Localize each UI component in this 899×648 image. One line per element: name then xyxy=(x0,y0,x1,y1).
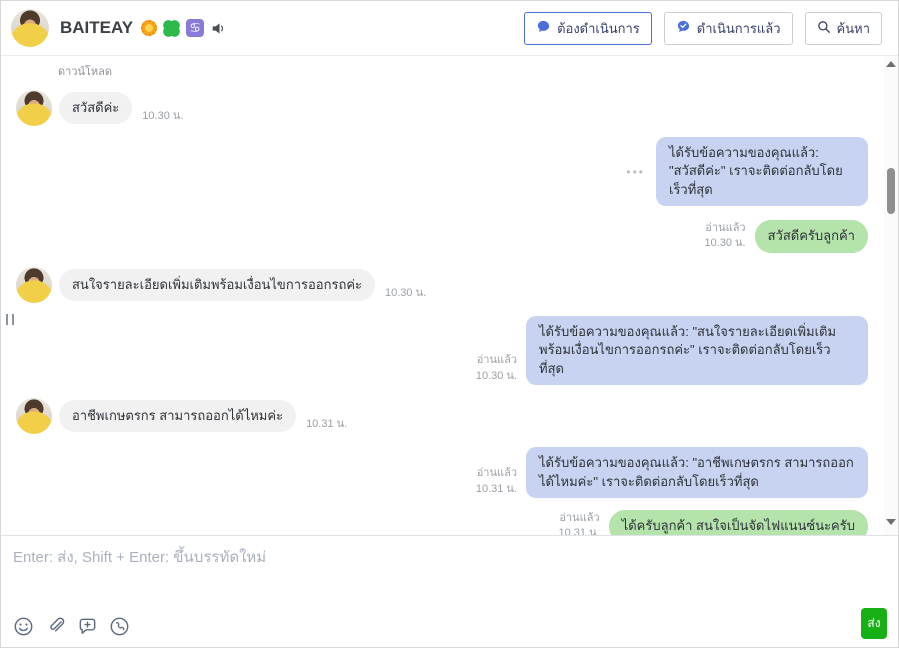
message-time: 10.31 น. xyxy=(558,527,600,535)
chat-bubble-icon xyxy=(536,19,551,37)
attachment-icon[interactable] xyxy=(44,615,66,637)
message-time: 10.30 น. xyxy=(704,237,746,250)
contact-badges: ♋ xyxy=(141,19,205,37)
search-button-label: ค้นหา xyxy=(836,20,870,36)
message-row: อ่านแล้ว 10.31 น. ได้ครับลูกค้า สนใจเป็น… xyxy=(1,510,898,535)
sun-emoji-icon xyxy=(141,20,158,36)
message-actions-icon[interactable]: ••• xyxy=(626,165,645,179)
message-row: สนใจรายละเอียดเพิ่มเติมพร้อมเงื่อนไขการอ… xyxy=(1,266,898,303)
read-status: อ่านแล้ว xyxy=(705,222,746,235)
composer: ส่ง xyxy=(1,535,898,647)
quick-reply-icon[interactable] xyxy=(76,615,98,637)
done-filter-button[interactable]: ดำเนินการแล้ว xyxy=(663,11,793,45)
outgoing-agent-bubble: สวัสดีครับลูกค้า xyxy=(754,220,868,253)
customer-avatar[interactable] xyxy=(16,90,52,126)
message-time: 10.30 น. xyxy=(142,110,184,122)
outgoing-auto-bubble: ได้รับข้อความของคุณแล้ว: "อาชีพเกษตรกร ส… xyxy=(526,447,868,499)
emoji-icon[interactable] xyxy=(12,615,34,637)
customer-avatar[interactable] xyxy=(16,266,52,303)
resize-handle-icon[interactable] xyxy=(6,314,14,325)
message-row: ••• ได้รับข้อความของคุณแล้ว: "สวัสดีค่ะ"… xyxy=(1,137,898,207)
scroll-down-icon[interactable] xyxy=(886,519,896,525)
outgoing-auto-bubble: ได้รับข้อความของคุณแล้ว: "สนใจรายละเอียด… xyxy=(526,315,868,386)
contact-name: BAITEAY xyxy=(60,18,134,37)
message-time: 10.30 น. xyxy=(475,369,517,382)
message-meta: อ่านแล้ว 10.30 น. xyxy=(476,353,517,384)
call-icon[interactable] xyxy=(108,615,130,637)
read-status: อ่านแล้ว xyxy=(476,467,517,480)
download-label[interactable]: ดาวน์โหลด xyxy=(58,62,898,80)
notification-sound-icon[interactable] xyxy=(211,21,228,36)
read-status: อ่านแล้ว xyxy=(476,354,517,367)
outgoing-agent-bubble: ได้ครับลูกค้า สนใจเป็นจัดไฟแนนซ์นะครับ xyxy=(608,510,868,535)
message-meta: อ่านแล้ว 10.31 น. xyxy=(559,511,600,535)
outgoing-auto-bubble: ได้รับข้อความของคุณแล้ว: "สวัสดีค่ะ" เรา… xyxy=(656,137,868,207)
pending-filter-label: ต้องดำเนินการ xyxy=(557,20,640,36)
message-row: อ่านแล้ว 10.30 น. ได้รับข้อความของคุณแล้… xyxy=(1,315,898,386)
chat-header: BAITEAY ♋ ต้องดำเนินการ ดำเนินการแล้ว ค้… xyxy=(1,1,898,56)
message-time: 10.31 น. xyxy=(475,482,517,495)
chat-scroll-area[interactable]: ดาวน์โหลด สวัสดีค่ะ 10.30 น. ••• ได้รับข… xyxy=(1,56,898,535)
pending-filter-button[interactable]: ต้องดำเนินการ xyxy=(524,11,652,45)
scrollbar-thumb[interactable] xyxy=(887,168,895,214)
contact-avatar[interactable] xyxy=(11,9,49,47)
search-icon xyxy=(817,20,831,37)
incoming-message-bubble: สนใจรายละเอียดเพิ่มเติมพร้อมเงื่อนไขการอ… xyxy=(59,268,375,302)
done-filter-label: ดำเนินการแล้ว xyxy=(696,20,781,36)
clover-emoji-icon xyxy=(163,19,181,37)
message-time: 10.30 น. xyxy=(385,286,427,299)
send-button[interactable]: ส่ง xyxy=(861,608,887,639)
message-meta: อ่านแล้ว 10.30 น. xyxy=(704,221,745,252)
message-row: อาชีพเกษตรกร สามารถออกได้ไหมค่ะ 10.31 น. xyxy=(1,398,898,435)
customer-avatar[interactable] xyxy=(16,398,52,435)
incoming-message-bubble: อาชีพเกษตรกร สามารถออกได้ไหมค่ะ xyxy=(59,399,297,433)
message-meta: อ่านแล้ว 10.31 น. xyxy=(476,466,517,497)
message-row: สวัสดีค่ะ 10.30 น. xyxy=(1,90,898,126)
chat-scrollbar[interactable] xyxy=(884,56,898,535)
filter-buttons: ต้องดำเนินการ ดำเนินการแล้ว ค้นหา xyxy=(524,11,882,45)
chat-check-icon xyxy=(676,19,691,37)
message-row: อ่านแล้ว 10.30 น. สวัสดีครับลูกค้า xyxy=(1,220,898,253)
message-time: 10.31 น. xyxy=(306,418,348,431)
read-status: อ่านแล้ว xyxy=(559,511,600,524)
message-input[interactable] xyxy=(1,536,898,598)
scroll-up-icon[interactable] xyxy=(886,61,896,67)
cancer-emoji-icon: ♋ xyxy=(186,19,205,37)
incoming-message-bubble: สวัสดีค่ะ xyxy=(59,91,133,125)
message-row: อ่านแล้ว 10.31 น. ได้รับข้อความของคุณแล้… xyxy=(1,447,898,499)
chat-window: BAITEAY ♋ ต้องดำเนินการ ดำเนินการแล้ว ค้… xyxy=(0,0,899,648)
composer-toolbar xyxy=(12,615,130,637)
search-button[interactable]: ค้นหา xyxy=(804,11,882,45)
